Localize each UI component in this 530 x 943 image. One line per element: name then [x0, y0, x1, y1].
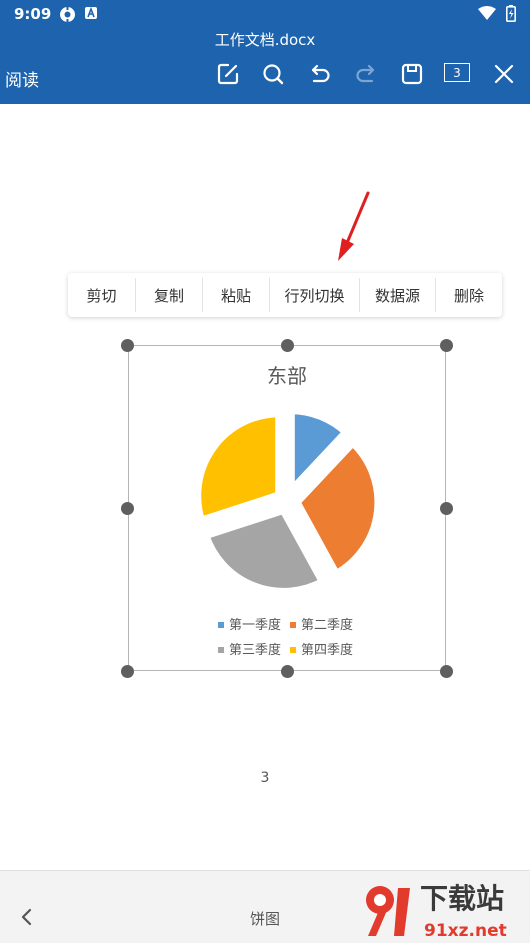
page-number: 3 — [260, 770, 270, 786]
paste-menu-item[interactable]: 粘贴 — [203, 273, 269, 317]
close-icon — [494, 64, 514, 84]
edit-icon — [217, 63, 239, 85]
watermark-text-top: 下载站 — [420, 882, 504, 915]
legend-swatch-q4 — [290, 647, 296, 653]
status-time: 9:09 — [14, 5, 52, 23]
watermark-text-bottom: 91xz.net — [424, 921, 507, 941]
chart-legend: 第一季度 第二季度 第三季度 第四季度 — [218, 617, 353, 658]
pie-chart[interactable]: 东部 第一季度 第二季度 第三季度 第四季度 — [129, 346, 445, 670]
undo-button[interactable] — [307, 60, 333, 88]
undo-icon — [311, 64, 330, 83]
legend-label-q2: 第二季度 — [301, 617, 353, 633]
pie-slice-q4[interactable] — [192, 408, 285, 528]
data-source-menu-item[interactable]: 数据源 — [360, 273, 435, 317]
app-notification-icon — [85, 6, 97, 19]
legend-label-q3: 第三季度 — [229, 642, 281, 658]
app-bar: 9:09 工作文档.docx 阅读 3 — [0, 0, 530, 104]
redo-icon — [356, 64, 375, 83]
edit-button[interactable] — [215, 60, 241, 88]
delete-menu-item[interactable]: 删除 — [436, 273, 502, 317]
wifi-icon — [478, 6, 496, 20]
chart-title: 东部 — [267, 364, 307, 388]
watermark-logo — [366, 886, 410, 936]
pie-slices — [192, 405, 384, 597]
redo-button[interactable] — [353, 60, 379, 88]
site-watermark: 下载站 91xz.net — [366, 882, 507, 941]
legend-label-q4: 第四季度 — [301, 642, 353, 658]
close-button[interactable] — [491, 60, 517, 88]
legend-swatch-q3 — [218, 647, 224, 653]
legend-swatch-q2 — [290, 622, 296, 628]
status-notification-icons — [59, 6, 98, 23]
document-title: 工作文档.docx — [214, 31, 316, 49]
save-button[interactable] — [399, 60, 425, 88]
legend-label-q1: 第一季度 — [229, 617, 281, 633]
sync-icon — [60, 6, 75, 23]
page-count-button[interactable]: 3 — [444, 63, 470, 82]
annotation-arrow — [338, 191, 370, 261]
context-menu: 剪切 复制 粘贴 行列切换 数据源 删除 — [68, 273, 502, 317]
switch-row-column-menu-item[interactable]: 行列切换 — [270, 273, 359, 317]
status-system-icons — [478, 5, 516, 22]
copy-menu-item[interactable]: 复制 — [136, 273, 202, 317]
search-icon — [263, 64, 284, 85]
battery-icon — [506, 5, 516, 22]
search-button[interactable] — [260, 60, 286, 88]
cut-menu-item[interactable]: 剪切 — [68, 273, 135, 317]
save-icon — [401, 63, 423, 85]
legend-swatch-q1 — [218, 622, 224, 628]
